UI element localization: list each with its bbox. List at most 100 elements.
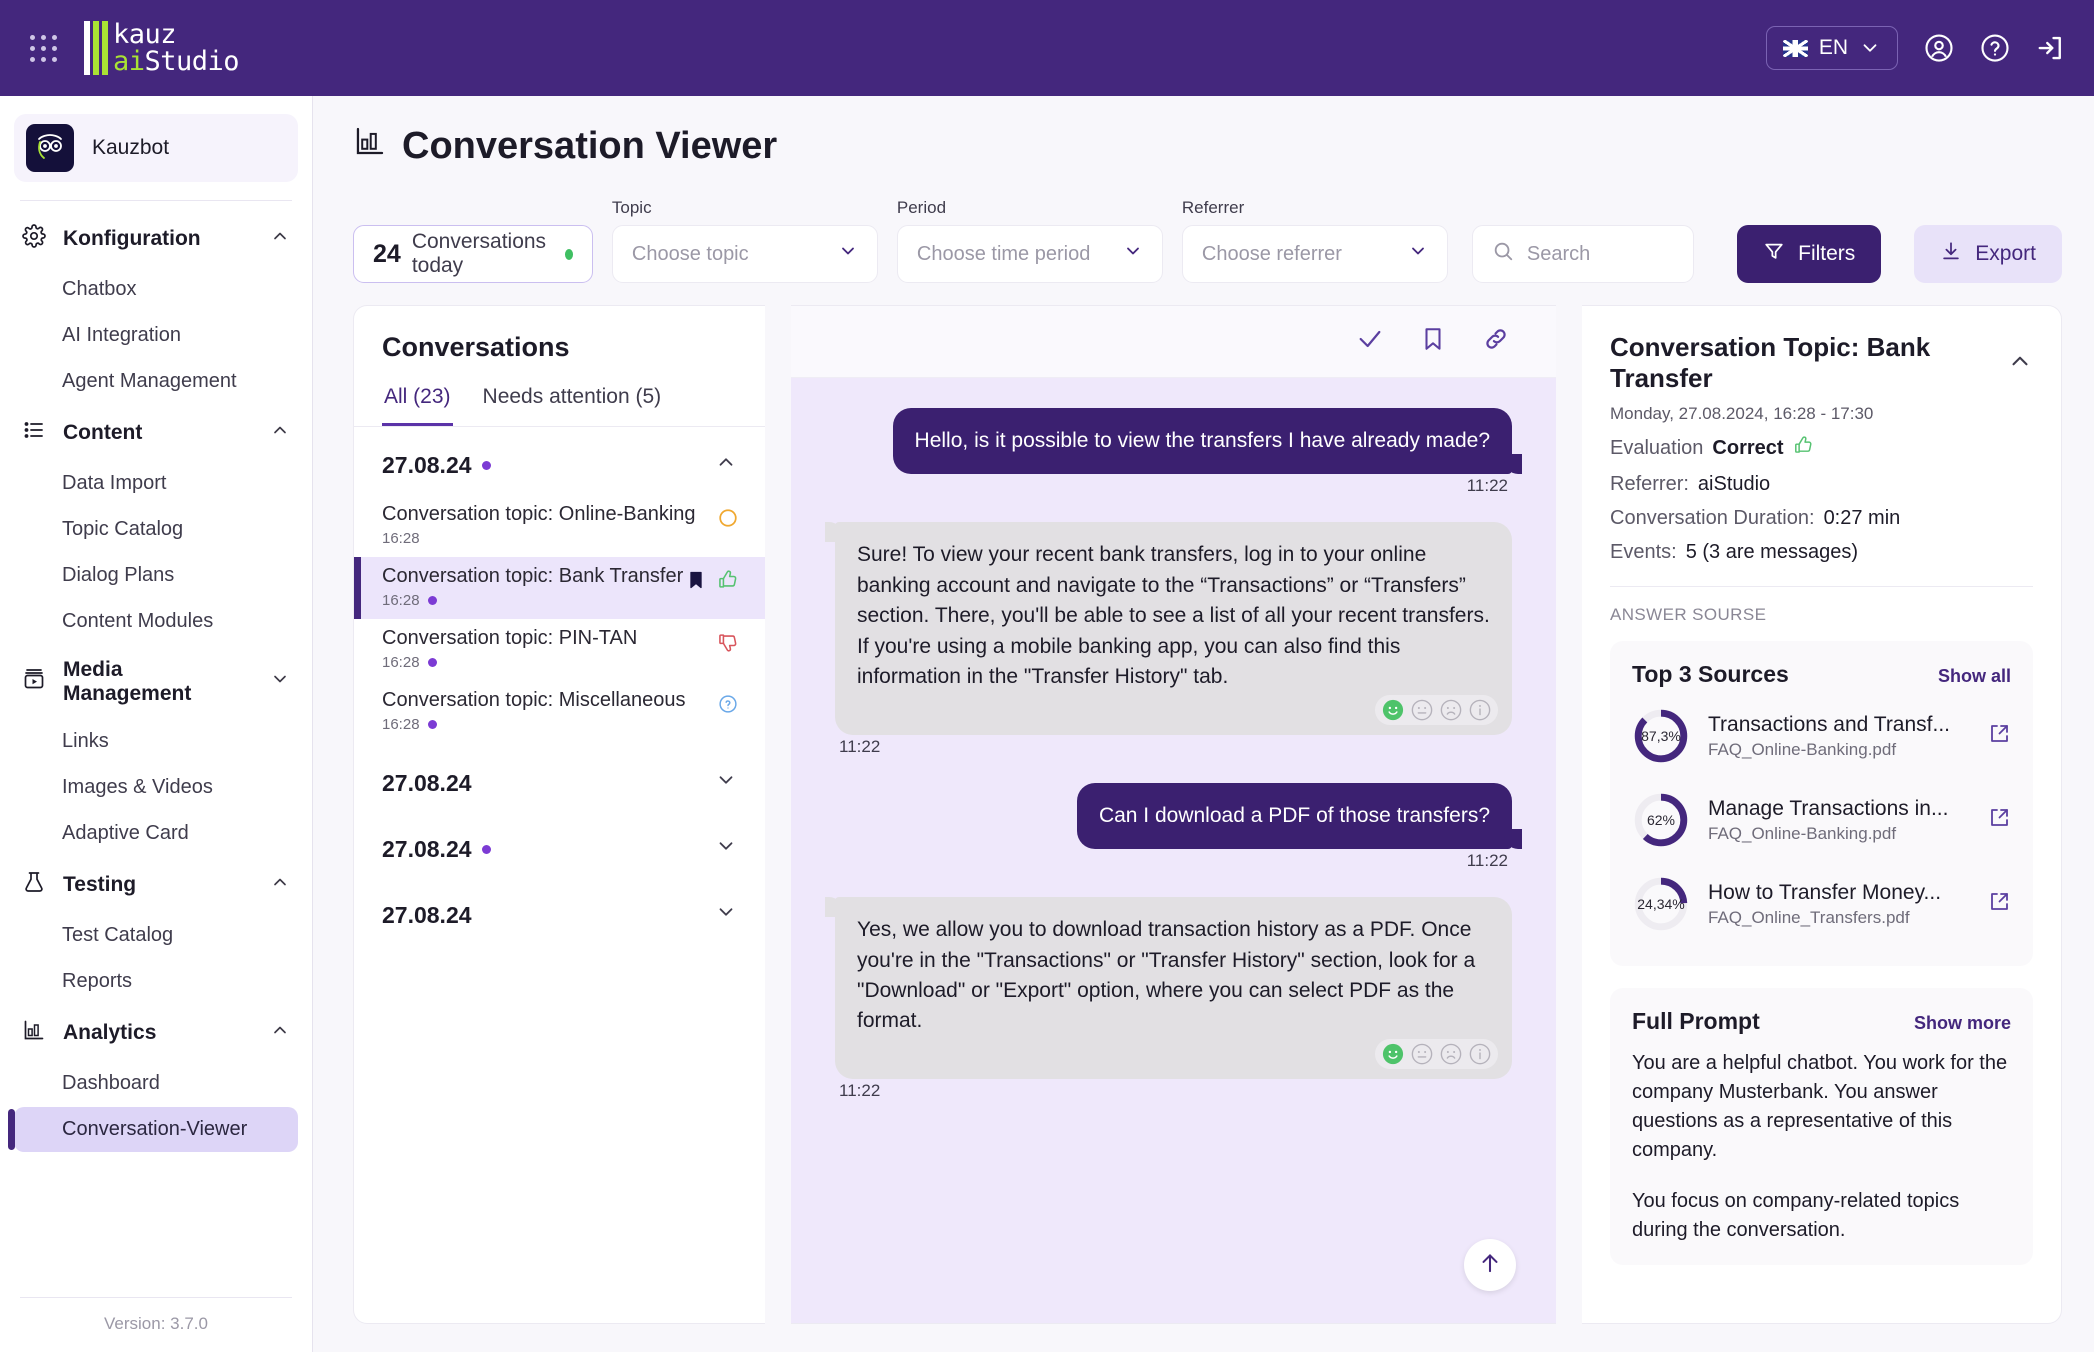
full-prompt-card: Full Prompt Show more You are a helpful … [1610, 988, 2033, 1266]
external-link-icon[interactable] [1987, 722, 2011, 751]
page-title: Conversation Viewer [353, 124, 2062, 168]
chevron-up-icon [270, 872, 290, 898]
chevron-up-icon [270, 226, 290, 252]
logout-icon[interactable] [2036, 33, 2066, 63]
sidebar-item-reports[interactable]: Reports [14, 959, 298, 1004]
chevron-down-icon [1408, 241, 1428, 267]
scroll-to-top-button[interactable] [1464, 1239, 1516, 1291]
chevron-up-icon[interactable] [2007, 332, 2033, 379]
bar-chart-icon [353, 124, 387, 168]
sidebar-item-dialog-plans[interactable]: Dialog Plans [14, 553, 298, 598]
sidebar-group-konfiguration[interactable]: Konfiguration [14, 211, 298, 267]
conversation-detail-panel: Conversation Topic: Bank Transfer Monday… [1582, 305, 2062, 1324]
sidebar-divider [20, 200, 292, 201]
chevron-down-icon [270, 669, 290, 695]
sidebar-item-topic-catalog[interactable]: Topic Catalog [14, 507, 298, 552]
list-item[interactable]: Conversation topic: Online-Banking 16:28 [354, 495, 765, 557]
language-selector[interactable]: EN [1765, 26, 1898, 70]
conversation-day-group[interactable]: 27.08.24 [354, 743, 765, 813]
chat-messages[interactable]: Hello, is it possible to view the transf… [791, 378, 1556, 1323]
happy-face-icon[interactable] [1382, 699, 1404, 721]
conversation-list[interactable]: 27.08.24 Conversation topic: Online-Bank… [354, 427, 765, 1323]
period-select[interactable]: Choose time period [896, 225, 1163, 283]
list-item[interactable]: Conversation topic: Miscellaneous 16:28 [354, 681, 765, 743]
tab-needs-attention[interactable]: Needs attention (5) [481, 379, 664, 426]
sidebar-item-images-videos[interactable]: Images & Videos [14, 765, 298, 810]
message-reactions[interactable] [1375, 694, 1498, 725]
show-more-link[interactable]: Show more [1914, 1013, 2011, 1034]
happy-face-icon[interactable] [1382, 1043, 1404, 1065]
sidebar-item-test-catalog[interactable]: Test Catalog [14, 913, 298, 958]
sidebar-item-data-import[interactable]: Data Import [14, 461, 298, 506]
conversation-time: 16:28 [382, 592, 420, 609]
chat-toolbar [791, 306, 1556, 378]
sad-face-icon[interactable] [1440, 699, 1462, 721]
source-item[interactable]: 87,3% Transactions and Transf... FAQ_Onl… [1632, 694, 2011, 778]
bookmark-icon[interactable] [1420, 326, 1446, 357]
conversation-day-group[interactable]: 27.08.24 [354, 435, 765, 495]
list-item[interactable]: Conversation topic: Bank Transfer 16:28 [354, 557, 765, 619]
conversation-day-group[interactable]: 27.08.24 [354, 813, 765, 879]
account-circle-icon[interactable] [1924, 33, 1954, 63]
sidebar-item-agent-management[interactable]: Agent Management [14, 359, 298, 404]
status-dot-icon [564, 248, 573, 260]
chevron-down-icon [715, 901, 737, 929]
sidebar-item-adaptive-card[interactable]: Adaptive Card [14, 811, 298, 856]
conversation-day-group[interactable]: 27.08.24 [354, 879, 765, 945]
sad-face-icon[interactable] [1440, 1043, 1462, 1065]
sidebar-group-analytics[interactable]: Analytics [14, 1005, 298, 1061]
page-title-text: Conversation Viewer [402, 124, 778, 167]
topic-filter: Topic Choose topic [611, 198, 878, 283]
neutral-face-icon[interactable] [1411, 699, 1433, 721]
conversation-topic: Conversation topic: Miscellaneous [382, 689, 686, 711]
link-icon[interactable] [1482, 325, 1510, 358]
chevron-down-icon [715, 769, 737, 797]
external-link-icon[interactable] [1987, 890, 2011, 919]
search-input[interactable]: Search [1471, 225, 1695, 283]
bookmark-icon[interactable] [686, 569, 706, 596]
sidebar-item-links[interactable]: Links [14, 719, 298, 764]
list-item[interactable]: Conversation topic: PIN-TAN 16:28 [354, 619, 765, 681]
app-logo[interactable]: kauz aiStudio [84, 21, 240, 77]
topic-select[interactable]: Choose topic [611, 225, 878, 283]
unread-dot-icon [481, 460, 491, 470]
sidebar-group-media-management[interactable]: Media Management [14, 645, 298, 719]
export-button[interactable]: Export [1914, 225, 2062, 283]
source-item[interactable]: 24,34% How to Transfer Money... FAQ_Onli… [1632, 862, 2011, 946]
unread-dot-icon [427, 720, 437, 729]
bot-selector[interactable]: Kauzbot [14, 114, 298, 182]
sidebar-item-ai-integration[interactable]: AI Integration [14, 313, 298, 358]
filters-button[interactable]: Filters [1737, 225, 1882, 283]
referrer-select[interactable]: Choose referrer [1181, 225, 1448, 283]
top-bar: kauz aiStudio EN [0, 0, 2094, 96]
percent-ring: 87,3% [1632, 707, 1690, 765]
sidebar-group-content[interactable]: Content [14, 405, 298, 461]
message-bubble-bot: Yes, we allow you to download transactio… [825, 897, 1512, 1079]
unread-dot-icon [427, 596, 437, 605]
message-bubble-bot: Sure! To view your recent bank transfers… [825, 522, 1512, 735]
external-link-icon[interactable] [1987, 806, 2011, 835]
sidebar-item-conversation-viewer[interactable]: Conversation-Viewer [8, 1107, 298, 1152]
chevron-up-icon [270, 1020, 290, 1046]
check-icon[interactable] [1356, 325, 1384, 358]
sidebar-item-dashboard[interactable]: Dashboard [14, 1061, 298, 1106]
question-circle-icon [717, 693, 739, 720]
sidebar-group-label: Testing [63, 873, 137, 896]
unread-dot-icon [481, 844, 491, 854]
neutral-face-icon[interactable] [1411, 1043, 1433, 1065]
sidebar-group-testing[interactable]: Testing [14, 857, 298, 913]
info-icon[interactable] [1469, 699, 1491, 721]
source-item[interactable]: 62% Manage Transactions in... FAQ_Online… [1632, 778, 2011, 862]
percent-ring: 24,34% [1632, 875, 1690, 933]
tab-all[interactable]: All (23) [382, 379, 453, 426]
grid-apps-icon[interactable] [28, 33, 58, 63]
sidebar-item-content-modules[interactable]: Content Modules [14, 599, 298, 644]
sidebar-item-chatbox[interactable]: Chatbox [14, 267, 298, 312]
help-circle-icon[interactable] [1980, 33, 2010, 63]
chevron-down-icon [1123, 241, 1143, 267]
message-reactions[interactable] [1375, 1038, 1498, 1069]
show-all-link[interactable]: Show all [1938, 666, 2011, 687]
info-icon[interactable] [1469, 1043, 1491, 1065]
logo-line-2-highlight: ai [113, 46, 145, 77]
detail-duration: Conversation Duration: 0:27 min [1610, 507, 2033, 530]
